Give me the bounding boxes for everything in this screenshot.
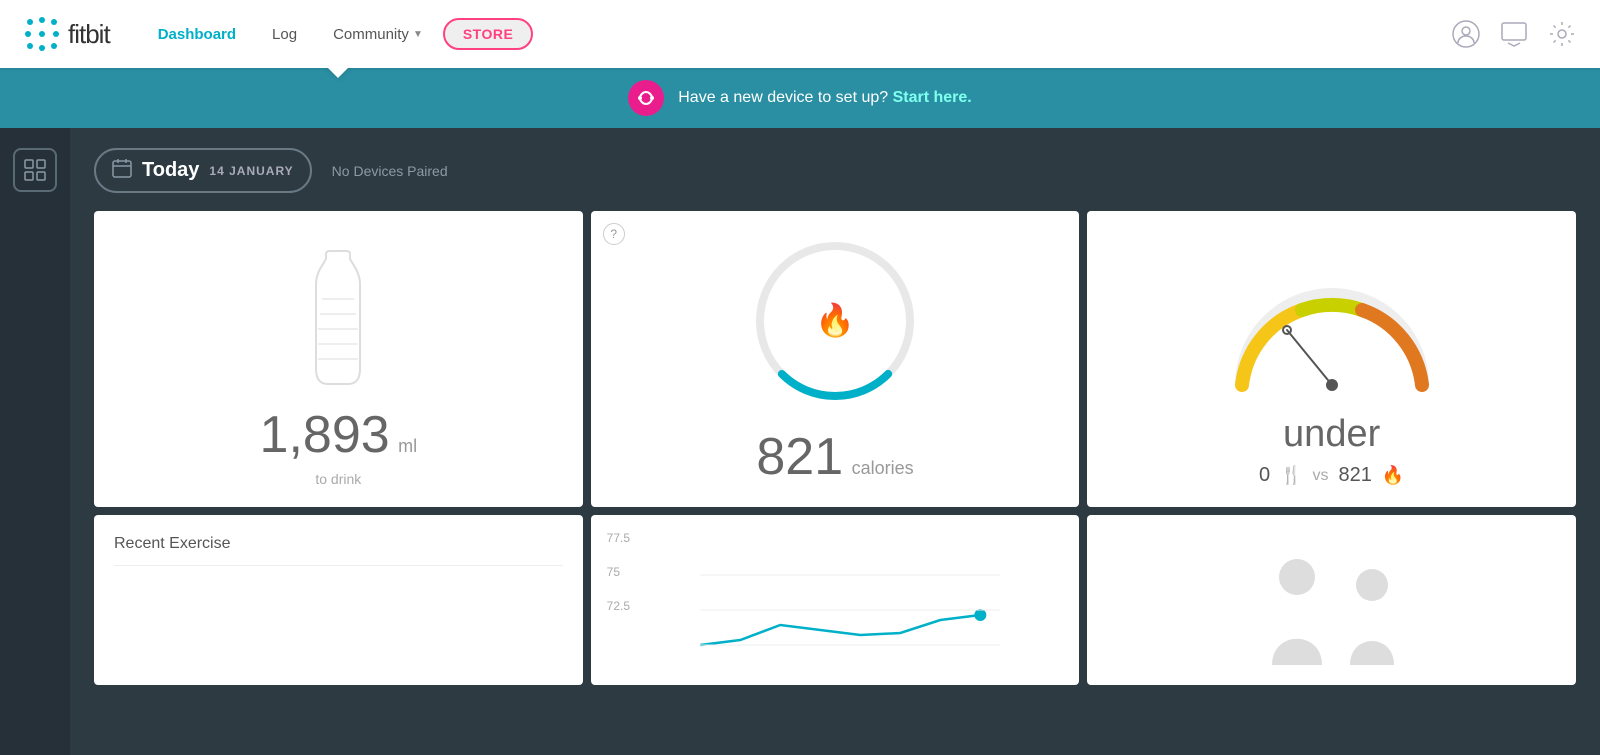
profile-icon[interactable] [1452,20,1480,48]
grid-toggle-button[interactable] [13,148,57,192]
water-card[interactable]: 1,893 ml to drink [94,211,583,507]
banner-link[interactable]: Start here. [893,89,972,106]
nav-active-indicator [326,66,350,78]
fitbit-logo-icon [24,16,60,52]
gauge-card[interactable]: under 0 🍴 vs 821 🔥 [1087,211,1576,507]
sidebar [0,128,70,755]
flame-icon: 🔥 [1382,465,1404,486]
messages-icon[interactable] [1500,20,1528,48]
vs-label: vs [1313,467,1329,485]
chevron-down-icon: ▼ [413,29,423,40]
date-picker-button[interactable]: Today 14 JANUARY [94,148,312,193]
help-icon[interactable]: ? [603,223,625,245]
calories-value-row: 821 calories [756,427,913,487]
nav-right-icons [1452,20,1576,48]
exercise-card[interactable]: Recent Exercise [94,515,583,685]
calories-unit: calories [852,458,914,478]
nav-log[interactable]: Log [256,18,313,51]
no-devices-label: No Devices Paired [332,163,448,179]
setup-banner: Have a new device to set up? Start here. [0,68,1600,128]
nav-community[interactable]: Community ▼ [317,18,439,51]
calories-ring: 🔥 [745,231,925,411]
gauge-stats: 0 🍴 vs 821 🔥 [1259,464,1404,487]
navbar: fitbit Dashboard Log Community ▼ STORE [0,0,1600,68]
gauge-label: under [1283,413,1380,456]
calories-ring-svg: 🔥 [745,231,925,411]
dashboard-content: Today 14 JANUARY No Devices Paired 1,893 [70,128,1600,755]
today-label: Today [142,159,199,182]
chart-card[interactable]: 77.5 75 72.5 [591,515,1080,685]
settings-icon[interactable] [1548,20,1576,48]
logo-area[interactable]: fitbit [24,16,110,52]
main-area: Today 14 JANUARY No Devices Paired 1,893 [0,128,1600,755]
date-sub: 14 JANUARY [209,164,293,178]
date-header: Today 14 JANUARY No Devices Paired [94,148,1576,193]
svg-text:🔥: 🔥 [815,302,855,338]
calories-value: 821 [756,428,843,486]
gauge-svg [1222,275,1442,405]
water-unit: ml [398,436,417,456]
calories-card[interactable]: ? 🔥 821 calories [591,211,1080,507]
top-cards-grid: 1,893 ml to drink ? 🔥 [94,211,1576,507]
water-bottle-icon [293,249,383,389]
water-value: 1,893 [260,406,390,464]
banner-text: Have a new device to set up? Start here. [678,89,972,107]
burned-value: 821 [1339,464,1372,487]
water-value-row: 1,893 ml [260,405,418,465]
friends-silhouettes [1262,555,1402,665]
food-value: 0 [1259,464,1270,487]
water-label: to drink [315,471,361,487]
friends-card[interactable] [1087,515,1576,685]
exercise-card-title: Recent Exercise [114,535,563,566]
logo-text: fitbit [68,19,110,50]
chart-label-1: 77.5 [607,531,630,545]
nav-dashboard[interactable]: Dashboard [142,18,252,51]
friend-silhouette-2 [1342,565,1402,665]
calendar-icon [112,158,132,183]
nav-links: Dashboard Log Community ▼ STORE [142,18,1452,51]
fork-icon: 🍴 [1280,465,1302,486]
setup-icon [628,80,664,116]
weight-chart-svg [591,545,1080,685]
friend-silhouette-1 [1262,555,1332,665]
bottom-cards-grid: Recent Exercise 77.5 75 72.5 [94,515,1576,685]
store-button[interactable]: STORE [443,18,533,50]
